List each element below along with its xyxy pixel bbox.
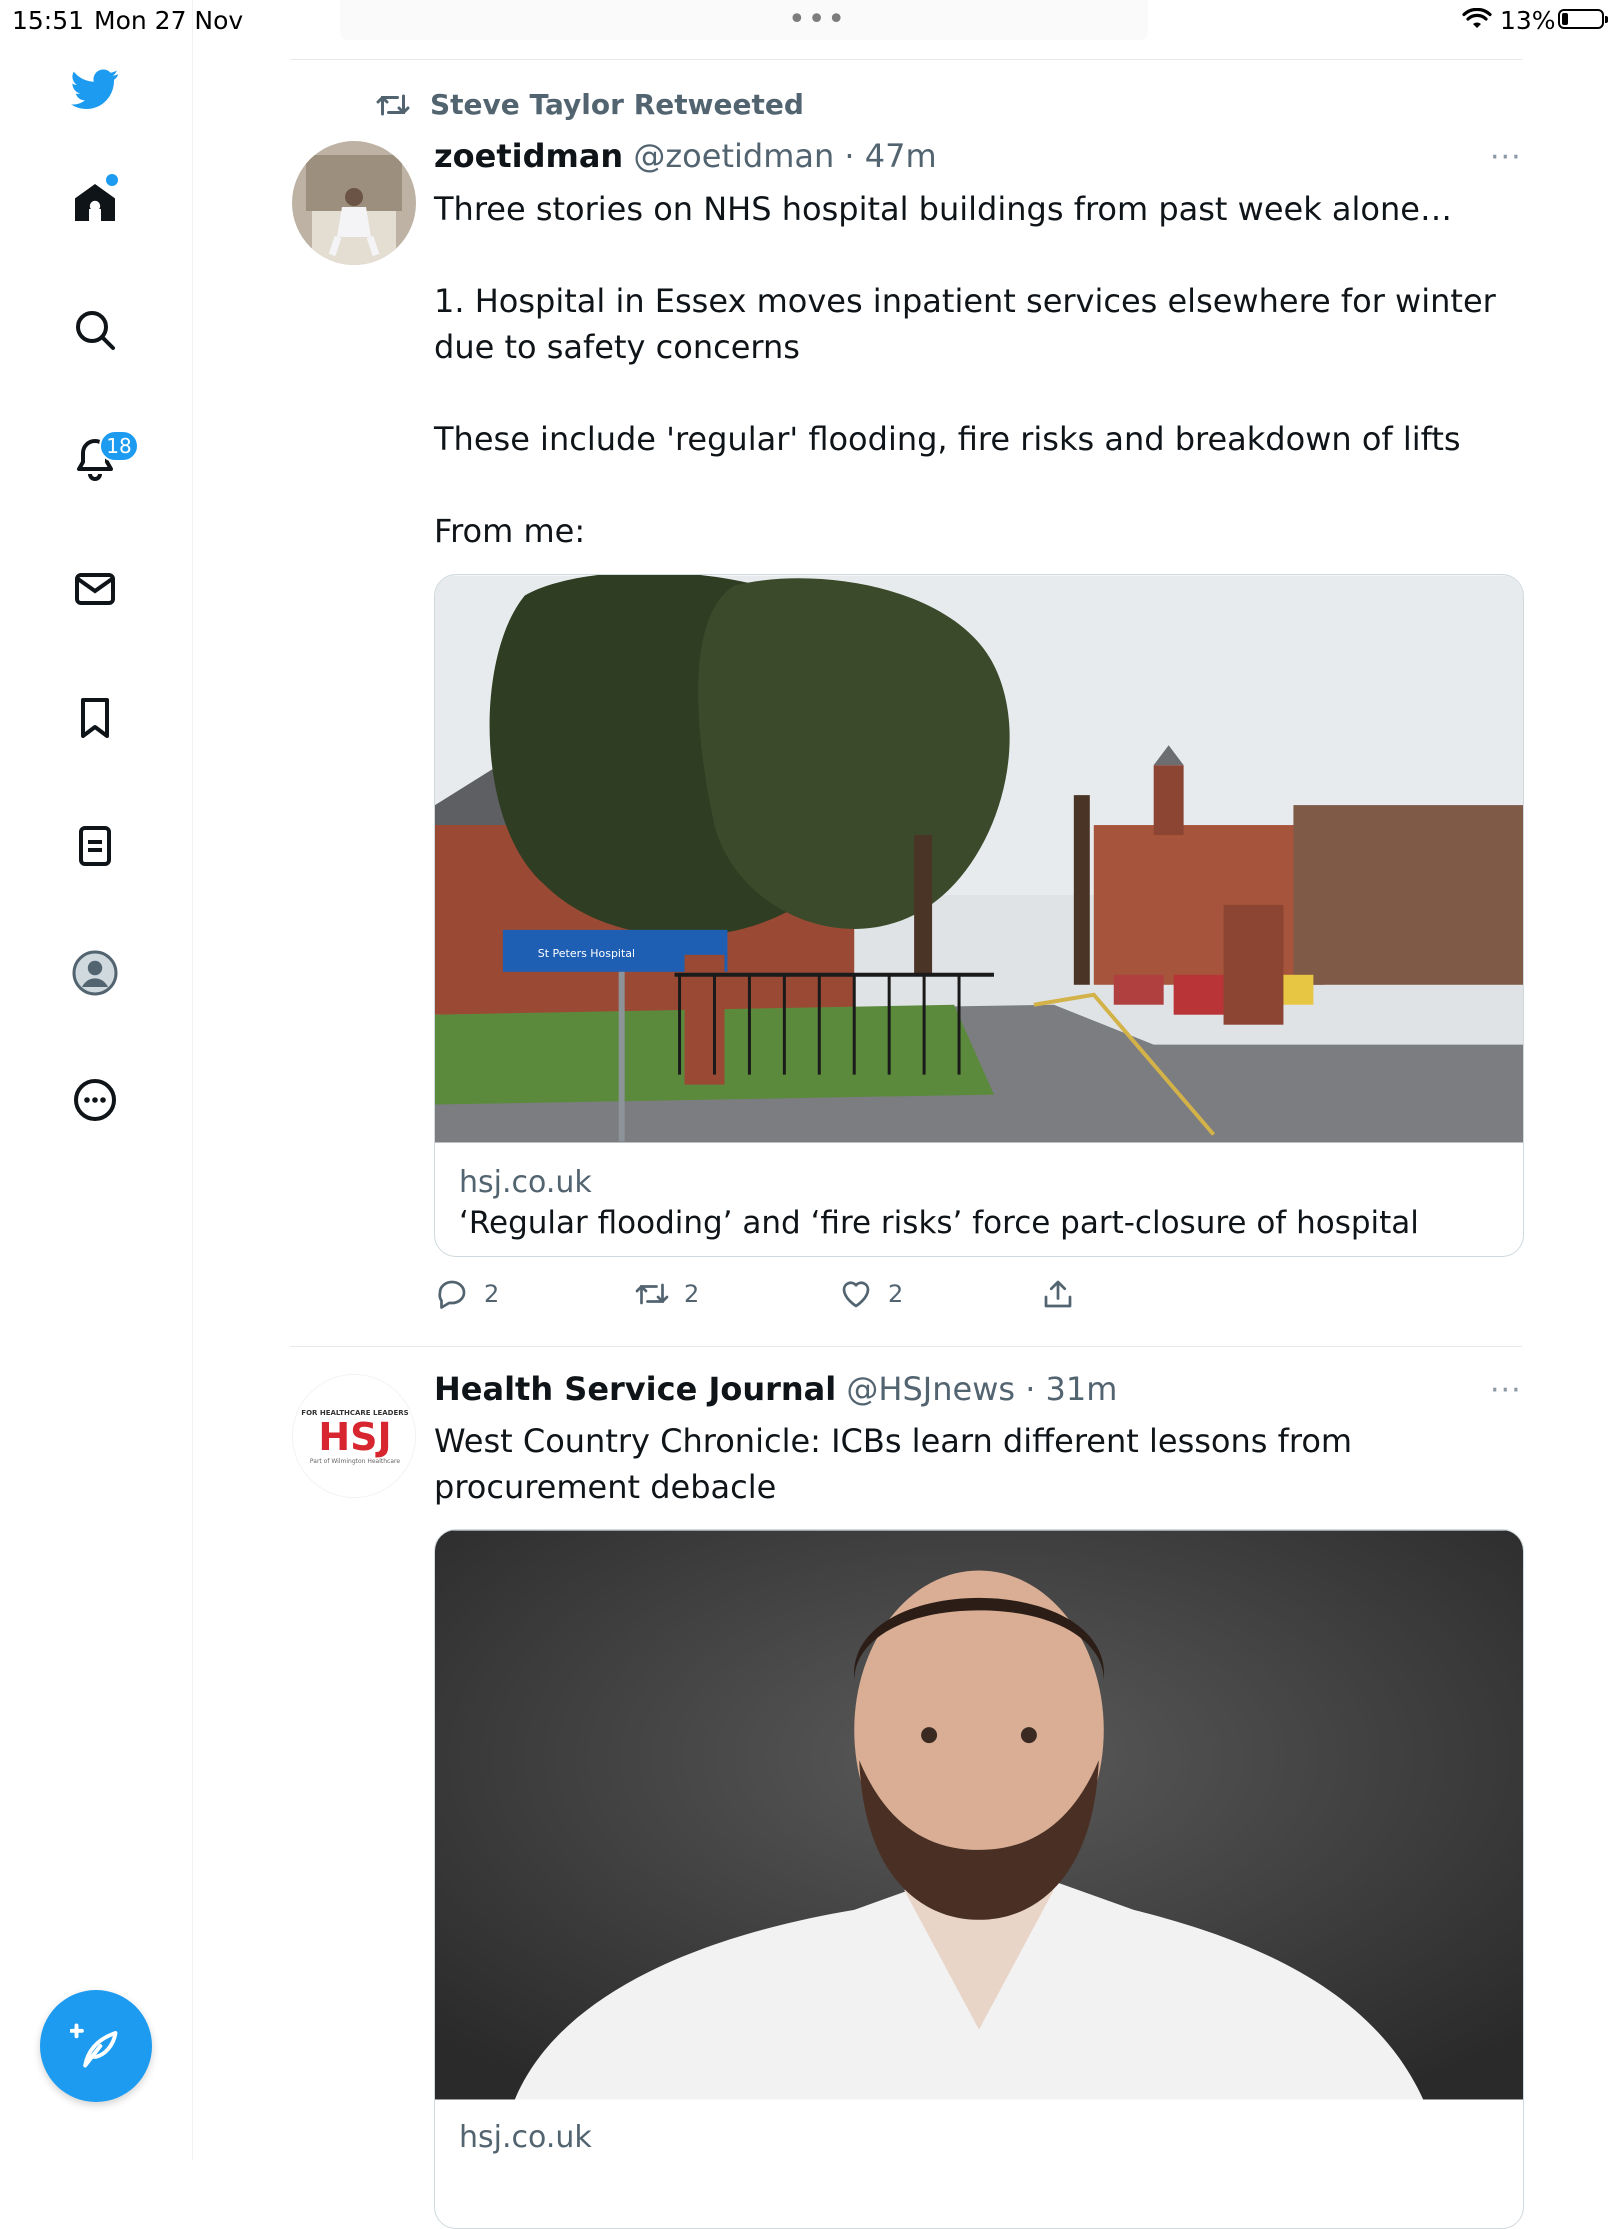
tweet-more-icon[interactable]: ···: [1490, 140, 1522, 175]
like-count: 2: [888, 1280, 904, 1308]
card-title: ‘Regular flooding’ and ‘fire risks’ forc…: [459, 1205, 1419, 1241]
author-name[interactable]: zoetidman: [434, 137, 623, 175]
timeline-divider: [290, 59, 1522, 60]
retweet-button[interactable]: 2: [634, 1276, 699, 1312]
compose-tweet-button[interactable]: [40, 1990, 152, 2102]
reply-icon: [438, 1280, 466, 1309]
zoetidman-avatar[interactable]: [292, 141, 416, 265]
share-icon: [1044, 1280, 1072, 1308]
hsj-logo-text: HSJ: [318, 1415, 391, 1459]
retweet-count: 2: [684, 1280, 700, 1308]
tweet-line: 1. Hospital in Essex moves inpatient ser…: [434, 282, 1496, 366]
home-unread-dot: [106, 174, 118, 186]
tweet-line: From me:: [434, 512, 586, 550]
tweet-divider: [290, 1346, 1522, 1347]
portrait-photo: [435, 1530, 1523, 2100]
tweet-line: Three stories on NHS hospital buildings …: [434, 190, 1452, 228]
more-icon[interactable]: [68, 1073, 122, 1127]
card-domain: hsj.co.uk: [459, 1165, 592, 1200]
tweet-text: West Country Chronicle: ICBs learn diffe…: [434, 1418, 1524, 1510]
wifi-icon: [1462, 8, 1492, 28]
link-card[interactable]: hsj.co.uk: [434, 1529, 1524, 2229]
tweet-line: [434, 370, 1524, 416]
tweet-more-icon[interactable]: ···: [1490, 1373, 1522, 1408]
share-button[interactable]: [1040, 1276, 1076, 1312]
notification-count-badge: 18: [99, 430, 139, 462]
sidebar: 18: [0, 0, 193, 2160]
hospital-photo: St Peters Hospital: [435, 575, 1523, 1143]
social-context[interactable]: Steve Taylor Retweeted: [374, 88, 804, 121]
tweet-line: [434, 462, 1524, 508]
link-card[interactable]: St Peters Hospital hsj.co.uk ‘Regular fl…: [434, 574, 1524, 1257]
multitask-dots-icon[interactable]: •••: [788, 2, 847, 37]
feather-plus-icon: [70, 2023, 118, 2068]
tweet-line: [434, 232, 1524, 278]
hsj-avatar[interactable]: FOR HEALTHCARE LEADERS HSJ Part of Wilmi…: [292, 1374, 416, 1498]
card-domain: hsj.co.uk: [459, 2120, 592, 2155]
like-button[interactable]: 2: [838, 1276, 903, 1312]
reply-button[interactable]: 2: [434, 1276, 499, 1312]
retweet-icon: [376, 94, 410, 115]
tweet-actions: 2 2 2: [434, 1276, 1114, 1316]
author-handle[interactable]: @zoetidman: [633, 137, 834, 175]
tweet-line: West Country Chronicle: ICBs learn diffe…: [434, 1422, 1353, 1506]
header-bar: [340, 0, 1148, 40]
tweet-time[interactable]: · 31m: [1025, 1370, 1117, 1408]
battery-icon: [1558, 9, 1608, 29]
retweeted-by-label: Steve Taylor Retweeted: [430, 88, 804, 121]
hsj-subline: Part of Wilmington Healthcare: [310, 1458, 400, 1465]
retweet-icon: [635, 1283, 669, 1305]
heart-icon: [842, 1281, 870, 1308]
tweet-header: Health Service Journal @HSJnews · 31m: [434, 1370, 1117, 1408]
battery-percent: 13%: [1500, 6, 1556, 35]
profile-icon[interactable]: [68, 946, 122, 1000]
tweet-text: Three stories on NHS hospital buildings …: [434, 186, 1524, 554]
search-icon[interactable]: [68, 303, 122, 357]
bookmark-icon[interactable]: [68, 691, 122, 745]
tweet-line: These include 'regular' flooding, fire r…: [434, 420, 1461, 458]
tweet-header: zoetidman @zoetidman · 47m: [434, 137, 937, 175]
twitter-logo-icon[interactable]: [68, 62, 122, 116]
author-name[interactable]: Health Service Journal: [434, 1370, 836, 1408]
hospital-sign-text: St Peters Hospital: [538, 947, 635, 960]
reply-count: 2: [484, 1280, 500, 1308]
tweet-time[interactable]: · 47m: [844, 137, 936, 175]
list-icon[interactable]: [68, 819, 122, 873]
author-handle[interactable]: @HSJnews: [846, 1370, 1015, 1408]
mail-icon[interactable]: [68, 562, 122, 616]
